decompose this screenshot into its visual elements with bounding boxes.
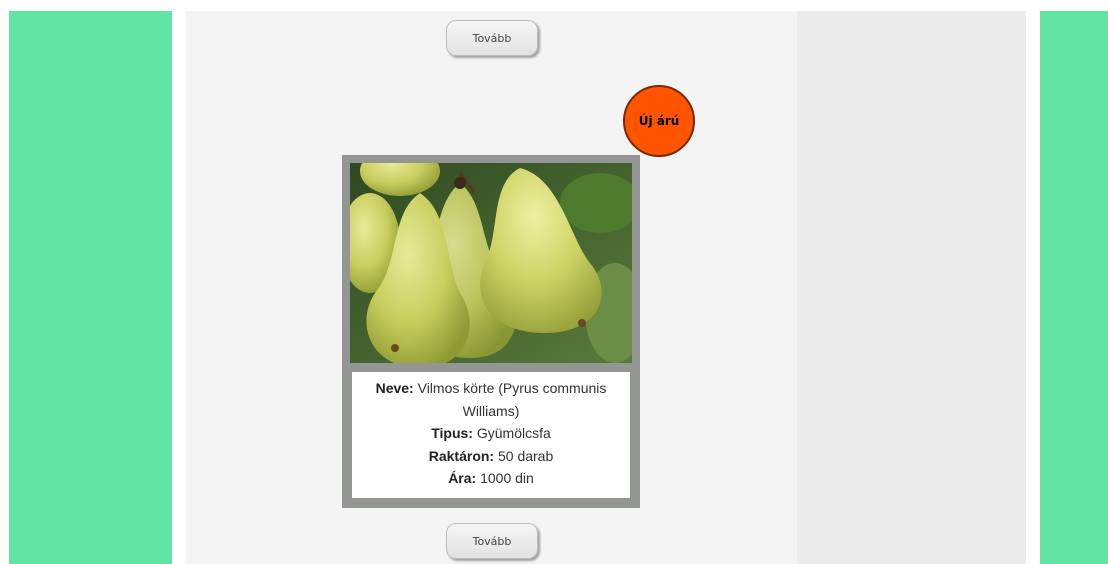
product-name-label: Neve: bbox=[375, 380, 414, 396]
product-stock-value: 50 darab bbox=[497, 447, 554, 464]
product-image[interactable] bbox=[350, 163, 632, 363]
product-type-label: Tipus: bbox=[431, 425, 473, 441]
product-type-row: Tipus: Gyümölcsfa bbox=[352, 422, 630, 445]
product-name-value-2: Williams) bbox=[462, 402, 520, 419]
product-stock-row: Raktáron: 50 darab bbox=[352, 445, 630, 468]
product-card[interactable]: Neve: Vilmos körte (Pyrus communis Willi… bbox=[342, 155, 640, 508]
left-green-stripe bbox=[9, 11, 172, 564]
product-price-label: Ára: bbox=[448, 470, 477, 486]
right-green-stripe bbox=[1040, 11, 1108, 564]
product-name-value-1: Vilmos körte (Pyrus communis bbox=[417, 380, 607, 396]
next-button-bottom[interactable]: Tovább bbox=[446, 523, 538, 559]
product-stock-label: Raktáron: bbox=[428, 447, 495, 464]
product-name-row: Neve: Vilmos körte (Pyrus communis bbox=[352, 377, 630, 400]
product-details: Neve: Vilmos körte (Pyrus communis Willi… bbox=[352, 372, 630, 498]
new-item-badge: Új árú bbox=[623, 85, 695, 157]
product-price-row: Ára: 1000 din bbox=[352, 467, 630, 490]
next-button-top[interactable]: Tovább bbox=[446, 20, 538, 56]
product-type-value: Gyümölcsfa bbox=[476, 425, 551, 441]
pears-photo bbox=[350, 163, 632, 363]
product-price-value: 1000 din bbox=[480, 470, 534, 486]
sidebar-column bbox=[797, 11, 1026, 564]
